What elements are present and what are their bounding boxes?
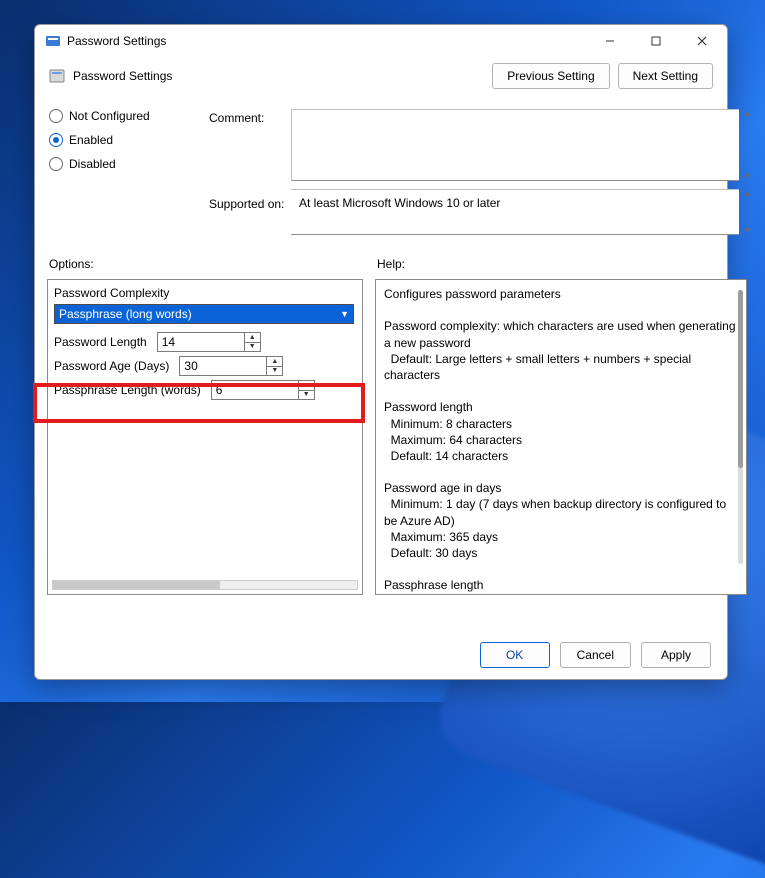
radio-not-configured[interactable]: Not Configured: [49, 109, 199, 123]
minimize-button[interactable]: [587, 26, 633, 56]
maximize-button[interactable]: [633, 26, 679, 56]
header-title: Password Settings: [73, 69, 172, 83]
options-hscrollbar[interactable]: [52, 580, 358, 590]
dialog-window: Password Settings Password Settings Prev…: [34, 24, 728, 680]
password-age-label: Password Age (Days): [54, 359, 169, 373]
close-button[interactable]: [679, 26, 725, 56]
password-length-input[interactable]: [158, 333, 244, 351]
scroll-down-icon: ▼: [741, 172, 753, 181]
password-age-stepper[interactable]: ▲▼: [179, 356, 283, 376]
cancel-button[interactable]: Cancel: [560, 642, 631, 668]
radio-label: Enabled: [69, 133, 113, 147]
passphrase-length-input[interactable]: [212, 381, 298, 399]
supported-on-box: At least Microsoft Windows 10 or later: [291, 189, 739, 235]
scroll-up-icon: ▲: [741, 189, 753, 198]
apply-button[interactable]: Apply: [641, 642, 711, 668]
passphrase-length-stepper[interactable]: ▲▼: [211, 380, 315, 400]
complexity-select-value: Passphrase (long words): [59, 307, 192, 321]
radio-icon: [49, 109, 63, 123]
ok-button[interactable]: OK: [480, 642, 550, 668]
step-down-icon[interactable]: ▼: [245, 343, 260, 352]
radio-disabled[interactable]: Disabled: [49, 157, 199, 171]
supported-scrollbar[interactable]: ▲ ▼: [741, 189, 753, 235]
passphrase-length-row: Passphrase Length (words) ▲▼: [54, 380, 356, 400]
supported-on-label: Supported on:: [209, 197, 284, 211]
window-title: Password Settings: [67, 34, 166, 48]
help-scrollbar[interactable]: [738, 290, 743, 564]
password-age-input[interactable]: [180, 357, 266, 375]
step-down-icon[interactable]: ▼: [267, 367, 282, 376]
policy-icon: [49, 68, 65, 84]
radio-icon: [49, 157, 63, 171]
help-panel: Configures password parameters Password …: [375, 279, 747, 595]
comment-scrollbar[interactable]: ▲ ▼: [741, 109, 753, 181]
comment-textarea[interactable]: [291, 109, 739, 181]
step-up-icon[interactable]: ▲: [299, 381, 314, 391]
chevron-down-icon: ▼: [340, 309, 349, 319]
previous-setting-button[interactable]: Previous Setting: [492, 63, 609, 89]
radio-label: Not Configured: [69, 109, 150, 123]
footer: OK Cancel Apply: [35, 631, 727, 679]
step-up-icon[interactable]: ▲: [245, 333, 260, 343]
options-heading: Password Complexity: [54, 286, 356, 300]
step-up-icon[interactable]: ▲: [267, 357, 282, 367]
complexity-select[interactable]: Passphrase (long words) ▼: [54, 304, 354, 324]
app-icon: [45, 33, 61, 49]
supported-on-text: At least Microsoft Windows 10 or later: [299, 196, 500, 210]
scrollbar-thumb[interactable]: [53, 581, 220, 589]
radio-label: Disabled: [69, 157, 116, 171]
password-length-stepper[interactable]: ▲▼: [157, 332, 261, 352]
comment-label: Comment:: [209, 111, 264, 125]
options-label: Options:: [49, 257, 94, 271]
scroll-up-icon: ▲: [741, 109, 753, 118]
titlebar: Password Settings: [35, 25, 727, 57]
header-row: Password Settings Previous Setting Next …: [35, 57, 727, 99]
next-setting-button[interactable]: Next Setting: [618, 63, 713, 89]
passphrase-length-label: Passphrase Length (words): [54, 383, 201, 397]
radio-enabled[interactable]: Enabled: [49, 133, 199, 147]
help-text: Configures password parameters Password …: [376, 280, 746, 594]
password-age-row: Password Age (Days) ▲▼: [54, 356, 356, 376]
state-radio-group: Not Configured Enabled Disabled: [49, 109, 199, 171]
step-down-icon[interactable]: ▼: [299, 391, 314, 400]
help-label: Help:: [377, 257, 405, 271]
password-length-row: Password Length ▲▼: [54, 332, 356, 352]
scroll-down-icon: ▼: [741, 226, 753, 235]
options-panel: Password Complexity Passphrase (long wor…: [47, 279, 363, 595]
scrollbar-thumb[interactable]: [738, 290, 743, 468]
password-length-label: Password Length: [54, 335, 147, 349]
radio-icon: [49, 133, 63, 147]
